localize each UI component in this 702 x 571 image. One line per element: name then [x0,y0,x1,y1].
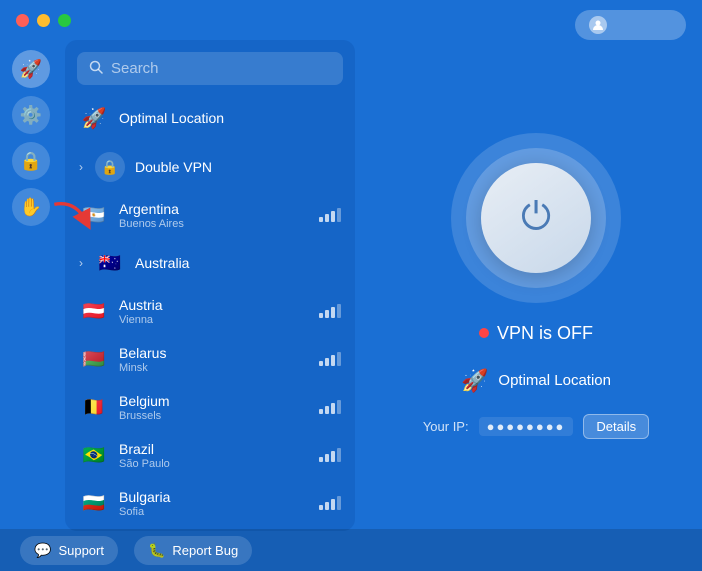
optimal-location-row: 🚀 Optimal Location [461,368,611,394]
server-item-australia[interactable]: › 🇦🇺 Australia [65,239,355,287]
chevron-icon-au: › [79,256,83,270]
bulgaria-city: Sofia [119,506,309,518]
bottom-bar: 💬 Support 🐛 Report Bug [0,529,702,571]
australia-info: Australia [135,255,341,271]
sidebar: 🚀 ⚙️ 🔒 ✋ [0,0,62,571]
report-bug-label: Report Bug [172,543,238,558]
maximize-button[interactable] [58,14,71,27]
right-panel: ⏻ VPN is OFF 🚀 Optimal Location Your IP:… [370,0,702,571]
search-input[interactable] [111,60,331,77]
belgium-info: Belgium Brussels [119,393,309,422]
brazil-info: Brazil São Paulo [119,441,309,470]
optimal-rocket-icon: 🚀 [461,368,488,394]
austria-flag: 🇦🇹 [79,296,109,326]
optimal-name: Optimal Location [119,110,341,126]
brazil-city: São Paulo [119,458,309,470]
belarus-flag: 🇧🇾 [79,344,109,374]
optimal-icon: 🚀 [79,103,109,133]
minimize-button[interactable] [37,14,50,27]
belarus-city: Minsk [119,362,309,374]
server-item-belarus[interactable]: 🇧🇾 Belarus Minsk [65,335,355,383]
search-bar [77,52,343,85]
vpn-status-dot [479,328,489,338]
sidebar-icon-settings[interactable]: ⚙️ [12,96,50,134]
bulgaria-name: Bulgaria [119,489,309,505]
belarus-name: Belarus [119,345,309,361]
argentina-name: Argentina [119,201,309,217]
report-bug-button[interactable]: 🐛 Report Bug [134,536,252,565]
ip-row: Your IP: ●●●●●●●● Details [423,414,649,439]
search-icon [89,60,103,77]
sidebar-icon-privacy[interactable]: ✋ [12,188,50,226]
sidebar-icon-servers[interactable]: 🚀 [12,50,50,88]
signal-bars-austria [319,304,341,318]
belgium-name: Belgium [119,393,309,409]
optimal-info: Optimal Location [119,110,341,126]
chevron-icon: › [79,160,83,174]
close-button[interactable] [16,14,29,27]
bulgaria-flag: 🇧🇬 [79,488,109,518]
double-vpn-icon: 🔒 [95,152,125,182]
server-item-optimal[interactable]: 🚀 Optimal Location [65,93,355,143]
signal-bars-brazil [319,448,341,462]
optimal-location-label: Optimal Location [498,372,611,389]
australia-name: Australia [135,255,341,271]
power-container: ⏻ [451,133,621,303]
server-item-bulgaria[interactable]: 🇧🇬 Bulgaria Sofia [65,479,355,527]
austria-city: Vienna [119,314,309,326]
ip-value: ●●●●●●●● [479,417,574,436]
server-list: 🚀 Optimal Location › 🔒 Double VPN 🇦🇷 Arg… [65,93,355,531]
title-bar [16,14,71,27]
sidebar-icon-lock[interactable]: 🔒 [12,142,50,180]
signal-bars-belarus [319,352,341,366]
argentina-info: Argentina Buenos Aires [119,201,309,230]
argentina-city: Buenos Aires [119,218,309,230]
arrow-indicator [46,196,96,251]
ip-label: Your IP: [423,419,469,434]
double-vpn-name: Double VPN [135,159,341,175]
signal-bars-argentina [319,208,341,222]
signal-bars-bulgaria [319,496,341,510]
support-label: Support [58,543,104,558]
server-item-double-vpn[interactable]: › 🔒 Double VPN [65,143,355,191]
signal-bars-belgium [319,400,341,414]
server-item-argentina[interactable]: 🇦🇷 Argentina Buenos Aires [65,191,355,239]
belgium-city: Brussels [119,410,309,422]
support-icon: 💬 [34,542,51,559]
austria-info: Austria Vienna [119,297,309,326]
server-panel: 🚀 Optimal Location › 🔒 Double VPN 🇦🇷 Arg… [65,40,355,531]
australia-flag: 🇦🇺 [95,248,125,278]
server-item-belgium[interactable]: 🇧🇪 Belgium Brussels [65,383,355,431]
bug-icon: 🐛 [148,542,165,559]
vpn-status-text: VPN is OFF [497,323,593,344]
vpn-status-row: VPN is OFF [479,323,593,344]
power-button[interactable]: ⏻ [481,163,591,273]
belgium-flag: 🇧🇪 [79,392,109,422]
brazil-flag: 🇧🇷 [79,440,109,470]
brazil-name: Brazil [119,441,309,457]
power-symbol-icon: ⏻ [521,196,551,239]
support-button[interactable]: 💬 Support [20,536,118,565]
bulgaria-info: Bulgaria Sofia [119,489,309,518]
server-item-austria[interactable]: 🇦🇹 Austria Vienna [65,287,355,335]
double-vpn-info: Double VPN [135,159,341,175]
details-button[interactable]: Details [583,414,649,439]
server-item-brazil[interactable]: 🇧🇷 Brazil São Paulo [65,431,355,479]
austria-name: Austria [119,297,309,313]
belarus-info: Belarus Minsk [119,345,309,374]
power-ring: ⏻ [466,148,606,288]
